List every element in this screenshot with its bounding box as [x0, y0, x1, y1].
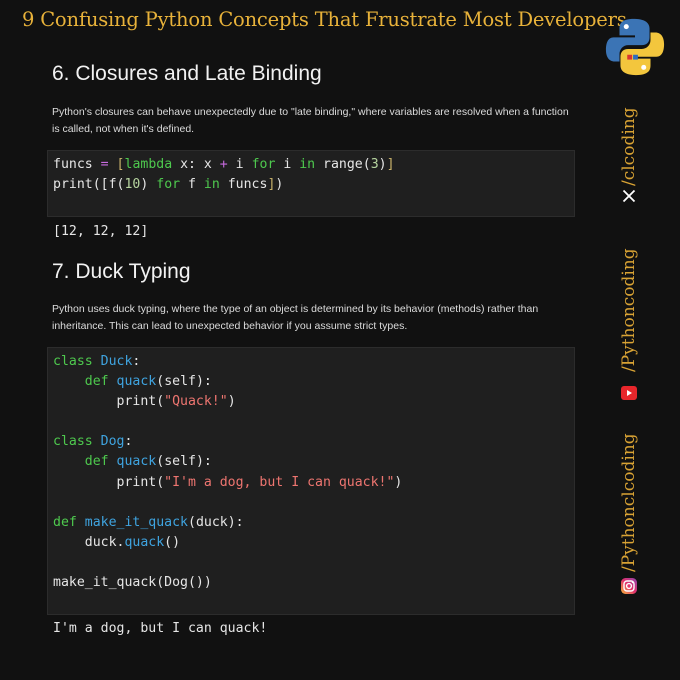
- code-line: def quack(self):: [84, 374, 212, 390]
- code-block-closures: funcs = [lambda x: x + i for i in range(…: [47, 150, 575, 217]
- code-line: print([f(10) for f in funcs]): [53, 177, 284, 193]
- code-listing: class Duck: def quack(self): print("Quac…: [48, 348, 574, 593]
- code-line: make_it_quack(Dog()): [53, 575, 212, 591]
- code-line: def quack(self):: [84, 454, 212, 470]
- instagram-icon: [621, 578, 637, 594]
- page-title: 9 Confusing Python Concepts That Frustra…: [22, 8, 627, 31]
- x-icon: [620, 187, 638, 205]
- section-description-closures: Python's closures can behave unexpectedl…: [52, 106, 569, 135]
- code-line: class Dog:: [53, 434, 133, 450]
- code-line: duck.quack(): [53, 534, 181, 550]
- section-description-duck-typing: Python uses duck typing, where the type …: [52, 303, 539, 332]
- section-title-duck-typing: 7. Duck Typing: [52, 260, 191, 283]
- code-line: class Duck:: [53, 354, 141, 369]
- handle-youtube: /Pythoncoding: [619, 248, 639, 372]
- handle-instagram: /Pythonclcoding: [619, 433, 639, 572]
- code-line: print("Quack!"): [53, 394, 236, 410]
- code-line: funcs = [lambda x: x + i for i in range(…: [53, 157, 395, 172]
- code-line: print("I'm a dog, but I can quack!"): [53, 474, 403, 490]
- handle-x: /clcoding: [619, 107, 639, 186]
- code-block-duck-typing: class Duck: def quack(self): print("Quac…: [47, 347, 575, 615]
- python-logo-icon: [605, 18, 665, 76]
- code-listing: funcs = [lambda x: x + i for i in range(…: [48, 151, 574, 195]
- code-output-closures: [12, 12, 12]: [53, 224, 149, 239]
- youtube-icon: [621, 386, 637, 400]
- code-output-duck-typing: I'm a dog, but I can quack!: [53, 621, 268, 636]
- section-title-closures: 6. Closures and Late Binding: [52, 62, 322, 85]
- code-line: def make_it_quack(duck):: [53, 514, 244, 530]
